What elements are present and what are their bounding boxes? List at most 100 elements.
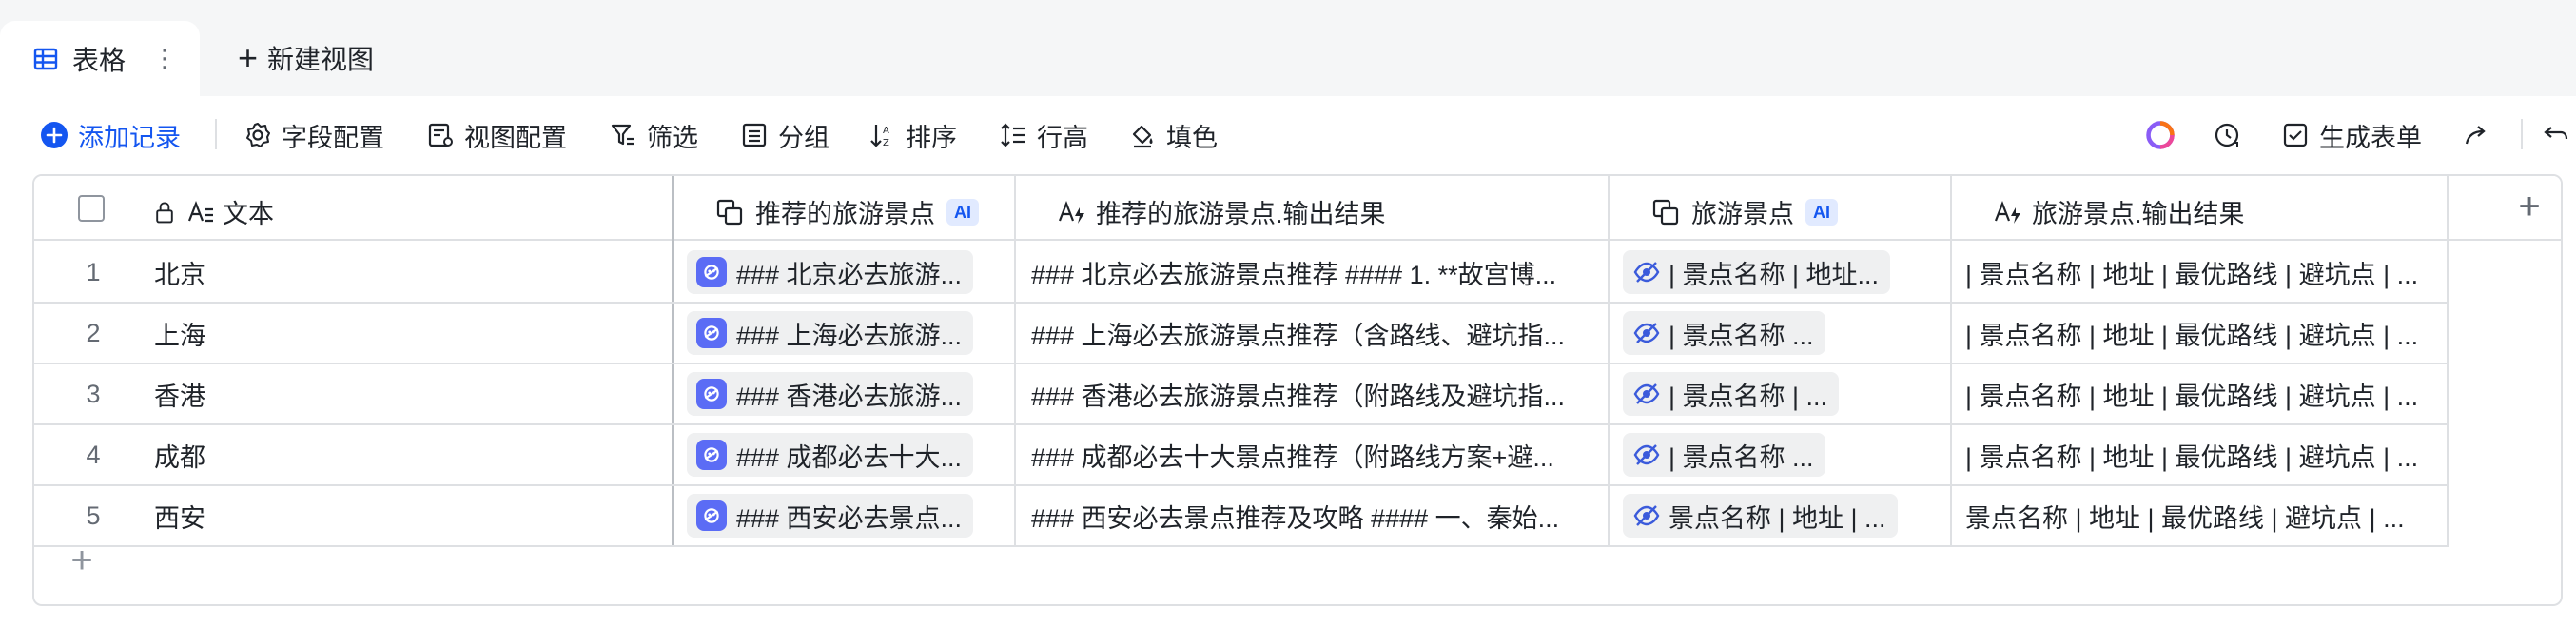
ai-ring-icon: [2146, 121, 2175, 149]
tab-grid-label: 表格: [72, 45, 127, 75]
fill-color-label: 填色: [1166, 123, 1218, 152]
ai-bot-icon: [696, 318, 727, 348]
svg-text:A: A: [883, 126, 889, 136]
gear-icon: [246, 123, 270, 147]
ai-badge: AI: [946, 198, 979, 226]
table-row[interactable]: 5 西安 ### 西安必去景点... ### 西安必去景点推荐及攻略 #### …: [34, 486, 2447, 547]
recommended-text: ### 北京必去旅游...: [736, 260, 963, 289]
attractions-output-cell[interactable]: | 景点名称 | 地址 | 最优路线 | 避坑点 | ...: [1965, 425, 2441, 484]
recommended-cell[interactable]: ### 成都必去十大...: [687, 433, 974, 477]
column-header-attractions-label: 旅游景点: [1691, 200, 1794, 228]
recommended-text: ### 上海必去旅游...: [736, 321, 963, 350]
column-header-recommended-output-label: 推荐的旅游景点.输出结果: [1096, 200, 1386, 228]
attractions-text: | 景点名称 | ...: [1669, 382, 1828, 411]
row-number: 4: [86, 440, 101, 469]
toolbar-divider: [215, 119, 217, 149]
ai-assistant-button[interactable]: [2144, 113, 2186, 157]
attractions-cell[interactable]: | 景点名称 | ...: [1623, 372, 1840, 416]
row-number: 5: [86, 500, 101, 530]
filter-button[interactable]: 筛选: [609, 113, 698, 157]
recommended-output-cell[interactable]: ### 北京必去旅游景点推荐 #### 1. **故宫博...: [1031, 243, 1602, 302]
column-header-attractions-output-label: 旅游景点.输出结果: [2032, 200, 2245, 228]
filter-icon: [611, 124, 634, 146]
recommended-output-cell[interactable]: ### 上海必去旅游景点推荐（含路线、避坑指...: [1031, 304, 1602, 363]
table-row[interactable]: 3 香港 ### 香港必去旅游... ### 香港必去旅游景点推荐（附路线及避坑…: [34, 364, 2447, 425]
ai-badge: AI: [1805, 198, 1838, 226]
fill-color-button[interactable]: 填色: [1128, 113, 1218, 157]
attractions-output-cell[interactable]: 景点名称 | 地址 | 最优路线 | 避坑点 | ...: [1965, 486, 2441, 545]
generate-form-button[interactable]: 生成表单: [2281, 113, 2422, 157]
select-all-checkbox[interactable]: [78, 195, 105, 222]
row-number: 3: [86, 379, 101, 408]
generate-form-label: 生成表单: [2319, 123, 2422, 152]
table-row[interactable]: 2 上海 ### 上海必去旅游... ### 上海必去旅游景点推荐（含路线、避坑…: [34, 304, 2447, 364]
recommended-cell[interactable]: ### 西安必去景点...: [687, 494, 974, 538]
ai-bot-icon: [696, 440, 727, 470]
sort-button[interactable]: A Z 排序: [868, 113, 957, 157]
attractions-output-cell[interactable]: | 景点名称 | 地址 | 最优路线 | 避坑点 | ...: [1965, 364, 2441, 423]
group-button[interactable]: 分组: [740, 113, 829, 157]
recommended-output-cell[interactable]: ### 成都必去十大景点推荐（附路线方案+避...: [1031, 425, 1602, 484]
group-label: 分组: [778, 123, 829, 152]
text-lightning-icon: [1058, 200, 1084, 224]
attractions-output-cell[interactable]: | 景点名称 | 地址 | 最优路线 | 避坑点 | ...: [1965, 304, 2441, 363]
column-divider: [2447, 176, 2449, 547]
text-cell[interactable]: 上海: [154, 304, 668, 363]
ai-eye-icon: [1633, 444, 1660, 465]
column-header-text[interactable]: 文本: [152, 193, 274, 230]
new-view-button[interactable]: + 新建视图: [238, 36, 374, 80]
attractions-text: | 景点名称 ...: [1669, 442, 1814, 472]
tab-more-icon[interactable]: ⋮: [152, 46, 177, 72]
attractions-cell[interactable]: 景点名称 | 地址 | ...: [1623, 494, 1898, 538]
attractions-output-cell[interactable]: | 景点名称 | 地址 | 最优路线 | 避坑点 | ...: [1965, 243, 2441, 302]
recommended-output-cell[interactable]: ### 香港必去旅游景点推荐（附路线及避坑指...: [1031, 364, 1602, 423]
attractions-cell[interactable]: | 景点名称 ...: [1623, 311, 1825, 355]
row-number: 2: [86, 318, 101, 347]
column-header-attractions[interactable]: 旅游景点 AI: [1651, 193, 1838, 230]
text-cell[interactable]: 香港: [154, 364, 668, 423]
tab-grid-view[interactable]: 表格 ⋮: [0, 21, 200, 96]
attractions-cell[interactable]: | 景点名称 | 地址...: [1623, 250, 1891, 294]
text-cell[interactable]: 北京: [154, 243, 668, 302]
table-row[interactable]: 4 成都 ### 成都必去十大... ### 成都必去十大景点推荐（附路线方案+…: [34, 425, 2447, 486]
recommended-output-cell[interactable]: ### 西安必去景点推荐及攻略 #### 一、秦始...: [1031, 486, 1602, 545]
sort-icon: A Z: [870, 125, 889, 148]
column-header-attractions-output[interactable]: 旅游景点.输出结果: [1994, 193, 2245, 230]
view-config-label: 视图配置: [464, 123, 567, 152]
field-config-button[interactable]: 字段配置: [244, 113, 384, 157]
view-config-button[interactable]: 视图配置: [426, 113, 567, 157]
share-icon: [2465, 126, 2486, 145]
new-view-label: 新建视图: [267, 45, 375, 74]
ai-eye-icon: [1633, 505, 1660, 526]
row-number: 1: [86, 257, 101, 286]
attractions-text: | 景点名称 ...: [1669, 321, 1814, 350]
add-row-button[interactable]: +: [63, 541, 101, 579]
recommended-cell[interactable]: ### 香港必去旅游...: [687, 372, 974, 416]
column-header-text-label: 文本: [223, 200, 274, 228]
text-field-icon: [187, 200, 213, 222]
column-header-recommended[interactable]: 推荐的旅游景点 AI: [715, 193, 979, 230]
recommended-cell[interactable]: ### 北京必去旅游...: [687, 250, 974, 294]
attractions-text: 景点名称 | 地址 | ...: [1669, 503, 1886, 533]
view-tab-bar: 表格 ⋮ + 新建视图: [0, 0, 2576, 96]
ai-eye-icon: [1633, 383, 1660, 404]
ai-eye-icon: [1633, 262, 1660, 283]
share-button[interactable]: [2462, 113, 2500, 157]
attractions-cell[interactable]: | 景点名称 ...: [1623, 433, 1825, 477]
recommended-text: ### 香港必去旅游...: [736, 382, 963, 411]
text-cell[interactable]: 西安: [154, 486, 668, 545]
ai-field-icon: [716, 199, 743, 225]
recommended-cell[interactable]: ### 上海必去旅游...: [687, 311, 974, 355]
add-column-button[interactable]: +: [2506, 184, 2553, 231]
column-header-recommended-output[interactable]: 推荐的旅游景点.输出结果: [1058, 193, 1386, 230]
add-record-button[interactable]: 添加记录: [40, 113, 181, 157]
table-icon: [33, 48, 58, 69]
grid-area: 文本 推荐的旅游景点 AI 推荐的旅游景点.输出结果 旅游景点 AI 旅游景点.…: [0, 172, 2576, 628]
undo-button[interactable]: [2542, 113, 2576, 157]
text-cell[interactable]: 成都: [154, 425, 668, 484]
history-button[interactable]: [2213, 113, 2251, 157]
view-settings-icon: [428, 123, 453, 147]
row-height-button[interactable]: 行高: [999, 113, 1088, 157]
table-row[interactable]: 1 北京 ### 北京必去旅游... ### 北京必去旅游景点推荐 #### 1…: [34, 243, 2447, 304]
attractions-text: | 景点名称 | 地址...: [1669, 260, 1880, 289]
